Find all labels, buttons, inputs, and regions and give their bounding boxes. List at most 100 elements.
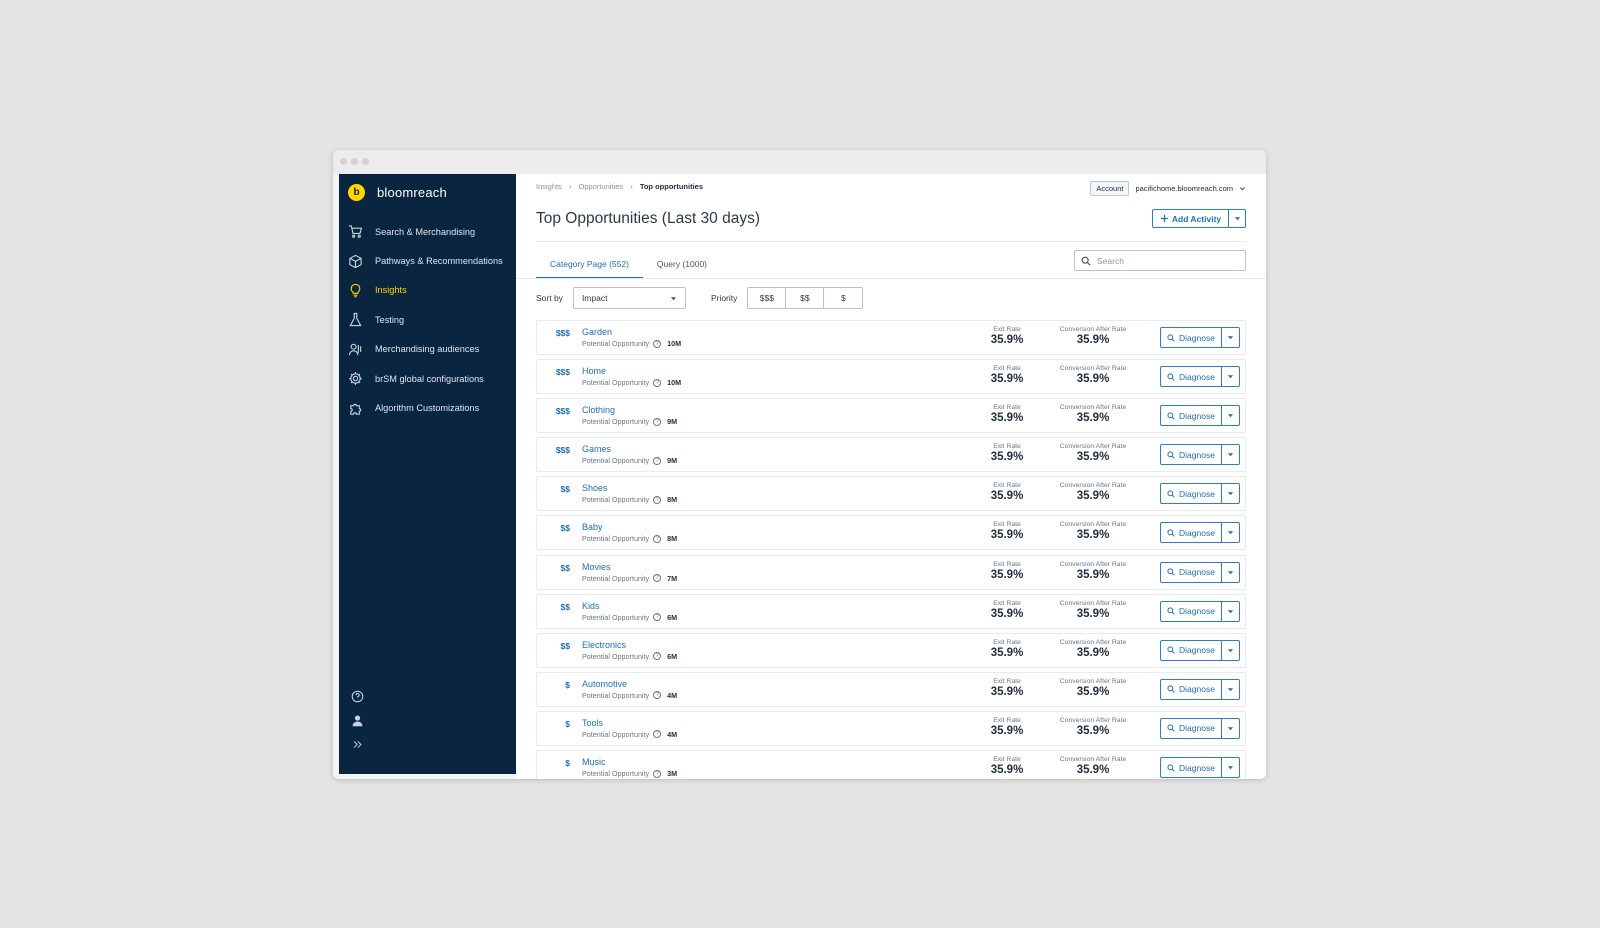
diagnose-dropdown[interactable] bbox=[1222, 602, 1239, 621]
diagnose-dropdown[interactable] bbox=[1222, 406, 1239, 425]
help-icon[interactable]: ? bbox=[653, 339, 662, 348]
sidebar-item-algorithm-customizations[interactable]: Algorithm Customizations bbox=[339, 393, 516, 422]
priority-option-high[interactable]: $$$ bbox=[748, 288, 787, 308]
diagnose-main[interactable]: Diagnose bbox=[1161, 601, 1222, 621]
sort-select[interactable]: Impact bbox=[572, 287, 686, 309]
sidebar-item-pathways-recommendations[interactable]: Pathways & Recommendations bbox=[339, 246, 516, 275]
sidebar-item-insights[interactable]: Insights bbox=[339, 276, 516, 305]
diagnose-button[interactable]: Diagnose bbox=[1160, 757, 1240, 779]
diagnose-button[interactable]: Diagnose bbox=[1160, 366, 1240, 388]
opportunity-value: 6M bbox=[667, 651, 678, 661]
category-link-garden[interactable]: Garden bbox=[582, 327, 612, 337]
help-icon[interactable]: ? bbox=[653, 574, 662, 583]
help-icon[interactable]: ? bbox=[653, 495, 662, 504]
conversion-label: Conversion After Rate bbox=[1059, 326, 1127, 333]
diagnose-button[interactable]: Diagnose bbox=[1160, 405, 1240, 427]
diagnose-button[interactable]: Diagnose bbox=[1160, 483, 1240, 505]
category-link-electronics[interactable]: Electronics bbox=[582, 640, 626, 650]
diagnose-main[interactable]: Diagnose bbox=[1161, 523, 1222, 543]
diagnose-dropdown[interactable] bbox=[1222, 680, 1239, 699]
add-activity-dropdown[interactable] bbox=[1229, 210, 1245, 227]
priority-value: $$ bbox=[560, 484, 570, 495]
account-switcher[interactable]: Account pacifichome.bloomreach.com bbox=[1090, 181, 1246, 196]
diagnose-button[interactable]: Diagnose bbox=[1160, 639, 1240, 661]
category-link-kids[interactable]: Kids bbox=[582, 601, 600, 611]
diagnose-dropdown[interactable] bbox=[1222, 523, 1239, 542]
table-row: $$$ Games Potential Opportunity? 9M Exit Rat… bbox=[536, 437, 1246, 473]
diagnose-button[interactable]: Diagnose bbox=[1160, 444, 1240, 466]
diagnose-button[interactable]: Diagnose bbox=[1160, 522, 1240, 544]
diagnose-dropdown[interactable] bbox=[1222, 367, 1239, 386]
help-icon[interactable]: ? bbox=[653, 456, 662, 465]
diagnose-main[interactable]: Diagnose bbox=[1161, 758, 1222, 778]
help-icon[interactable]: ? bbox=[653, 378, 662, 387]
account-tag: Account bbox=[1090, 181, 1130, 196]
diagnose-main[interactable]: Diagnose bbox=[1161, 718, 1222, 738]
exit-rate-value: 35.9% bbox=[990, 764, 1024, 777]
sidebar-item-global-configurations[interactable]: brSM global configurations bbox=[339, 364, 516, 393]
help-icon[interactable]: ? bbox=[653, 417, 662, 426]
breadcrumb-opportunities[interactable]: Opportunities bbox=[579, 182, 624, 191]
diagnose-main[interactable]: Diagnose bbox=[1161, 484, 1222, 504]
sidebar-item-testing[interactable]: Testing bbox=[339, 305, 516, 334]
search-icon bbox=[1167, 451, 1175, 459]
category-link-games[interactable]: Games bbox=[582, 444, 611, 454]
sidebar-item-merchandising-audiences[interactable]: Merchandising audiences bbox=[339, 335, 516, 364]
sidebar-item-search-merchandising[interactable]: Search & Merchandising bbox=[339, 217, 516, 246]
diagnose-button[interactable]: Diagnose bbox=[1160, 678, 1240, 700]
search-box[interactable] bbox=[1074, 250, 1246, 271]
add-activity-button[interactable]: Add Activity bbox=[1152, 209, 1246, 228]
window-maximize-dot[interactable] bbox=[362, 158, 369, 165]
brand[interactable]: b bloomreach bbox=[348, 183, 447, 201]
user-icon[interactable] bbox=[350, 713, 364, 727]
category-link-movies[interactable]: Movies bbox=[582, 562, 611, 572]
potential-opportunity: Potential Opportunity? 10M bbox=[582, 339, 681, 348]
opportunity-label: Potential Opportunity bbox=[582, 769, 650, 779]
diagnose-main[interactable]: Diagnose bbox=[1161, 640, 1222, 660]
diagnose-dropdown[interactable] bbox=[1222, 641, 1239, 660]
table-row: $$ Kids Potential Opportunity? 6M Exit Rate 3… bbox=[536, 593, 1246, 629]
opportunity-label: Potential Opportunity bbox=[582, 456, 650, 466]
diagnose-label: Diagnose bbox=[1179, 684, 1215, 695]
diagnose-main[interactable]: Diagnose bbox=[1161, 367, 1222, 387]
category-link-music[interactable]: Music bbox=[582, 757, 606, 767]
breadcrumb-insights[interactable]: Insights bbox=[536, 182, 562, 191]
diagnose-main[interactable]: Diagnose bbox=[1161, 562, 1222, 582]
category-link-shoes[interactable]: Shoes bbox=[582, 483, 608, 493]
diagnose-dropdown[interactable] bbox=[1222, 445, 1239, 464]
priority-option-low[interactable]: $ bbox=[824, 288, 862, 308]
window-minimize-dot[interactable] bbox=[351, 158, 358, 165]
diagnose-dropdown[interactable] bbox=[1222, 484, 1239, 503]
diagnose-dropdown[interactable] bbox=[1222, 563, 1239, 582]
diagnose-dropdown[interactable] bbox=[1222, 328, 1239, 347]
add-activity-main[interactable]: Add Activity bbox=[1153, 210, 1229, 227]
category-link-clothing[interactable]: Clothing bbox=[582, 405, 615, 415]
diagnose-main[interactable]: Diagnose bbox=[1161, 445, 1222, 465]
help-icon[interactable] bbox=[350, 689, 364, 703]
priority-option-medium[interactable]: $$ bbox=[786, 288, 825, 308]
category-link-baby[interactable]: Baby bbox=[582, 522, 603, 532]
window-close-dot[interactable] bbox=[340, 158, 347, 165]
diagnose-main[interactable]: Diagnose bbox=[1161, 406, 1222, 426]
diagnose-main[interactable]: Diagnose bbox=[1161, 679, 1222, 699]
category-link-tools[interactable]: Tools bbox=[582, 718, 603, 728]
expand-icon[interactable] bbox=[350, 737, 364, 751]
help-icon[interactable]: ? bbox=[653, 534, 662, 543]
tab-query[interactable]: Query (1000) bbox=[643, 251, 721, 279]
diagnose-dropdown[interactable] bbox=[1222, 758, 1239, 777]
tab-category-page[interactable]: Category Page (552) bbox=[536, 251, 643, 279]
search-input[interactable] bbox=[1097, 255, 1237, 266]
help-icon[interactable]: ? bbox=[653, 613, 662, 622]
diagnose-dropdown[interactable] bbox=[1222, 719, 1239, 738]
diagnose-button[interactable]: Diagnose bbox=[1160, 600, 1240, 622]
diagnose-button[interactable]: Diagnose bbox=[1160, 717, 1240, 739]
category-link-automotive[interactable]: Automotive bbox=[582, 679, 627, 689]
help-icon[interactable]: ? bbox=[653, 652, 662, 661]
diagnose-button[interactable]: Diagnose bbox=[1160, 327, 1240, 348]
help-icon[interactable]: ? bbox=[653, 730, 662, 739]
category-link-home[interactable]: Home bbox=[582, 366, 606, 376]
diagnose-main[interactable]: Diagnose bbox=[1161, 328, 1222, 347]
diagnose-button[interactable]: Diagnose bbox=[1160, 561, 1240, 583]
help-icon[interactable]: ? bbox=[653, 691, 662, 700]
help-icon[interactable]: ? bbox=[653, 769, 662, 778]
